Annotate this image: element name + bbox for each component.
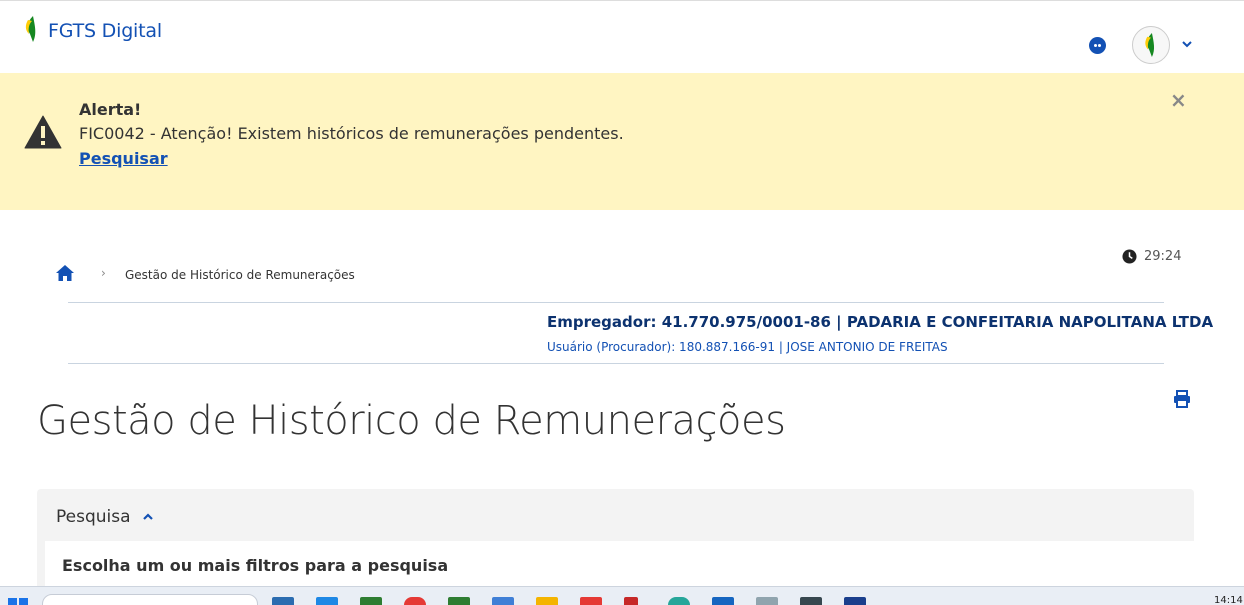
taskbar-app-icon[interactable] xyxy=(624,597,638,605)
accessibility-icon[interactable] xyxy=(1089,37,1106,54)
search-panel-subtitle: Escolha um ou mais filtros para a pesqui… xyxy=(62,556,449,575)
taskbar-app-icon[interactable] xyxy=(668,597,690,605)
chevron-up-icon[interactable] xyxy=(141,511,155,523)
home-icon[interactable] xyxy=(55,264,75,282)
alert-search-link[interactable]: Pesquisar xyxy=(79,149,168,168)
divider xyxy=(68,363,1164,364)
warning-icon xyxy=(24,115,62,149)
taskbar-app-icon[interactable] xyxy=(448,597,470,605)
user-avatar-logo-icon xyxy=(1145,33,1155,57)
taskbar-app-icon[interactable] xyxy=(756,597,778,605)
top-header xyxy=(0,0,1244,73)
page-title: Gestão de Histórico de Remunerações xyxy=(37,398,786,444)
fgts-logo-icon xyxy=(25,16,36,42)
taskbar-app-icon[interactable] xyxy=(316,597,338,605)
session-timer-value: 29:24 xyxy=(1144,249,1182,264)
taskbar-search-input[interactable] xyxy=(42,594,258,605)
divider xyxy=(68,302,1164,303)
taskbar-app-icon[interactable] xyxy=(404,597,426,605)
breadcrumb-current: Gestão de Histórico de Remunerações xyxy=(125,268,355,282)
taskbar-app-icon[interactable] xyxy=(844,597,866,605)
chevron-down-icon[interactable] xyxy=(1180,37,1194,51)
taskbar-app-icon[interactable] xyxy=(360,597,382,605)
taskbar-app-icon[interactable] xyxy=(800,597,822,605)
breadcrumb-separator: › xyxy=(101,266,106,280)
app-title: FGTS Digital xyxy=(48,20,162,42)
taskbar-app-icon[interactable] xyxy=(536,597,558,605)
session-timer: 29:24 xyxy=(1122,249,1181,264)
avatar[interactable] xyxy=(1132,26,1170,64)
taskbar-app-icon[interactable] xyxy=(580,597,602,605)
user-info: Usuário (Procurador): 180.887.166-91 | J… xyxy=(547,340,948,354)
taskbar-clock: 14:14 xyxy=(1214,595,1243,605)
taskbar-app-icon[interactable] xyxy=(272,597,294,605)
print-icon[interactable] xyxy=(1173,390,1191,408)
app-logo[interactable]: FGTS Digital xyxy=(24,16,162,42)
alert-message: FIC0042 - Atenção! Existem históricos de… xyxy=(79,124,624,143)
alert-title: Alerta! xyxy=(79,100,142,119)
employer-info: Empregador: 41.770.975/0001-86 | PADARIA… xyxy=(547,313,1214,331)
search-panel-title[interactable]: Pesquisa xyxy=(56,507,131,527)
windows-start-icon[interactable] xyxy=(8,598,28,605)
close-icon[interactable]: × xyxy=(1170,90,1187,110)
taskbar-app-icon[interactable] xyxy=(712,597,734,605)
clock-icon xyxy=(1122,249,1137,264)
taskbar-app-icon[interactable] xyxy=(492,597,514,605)
